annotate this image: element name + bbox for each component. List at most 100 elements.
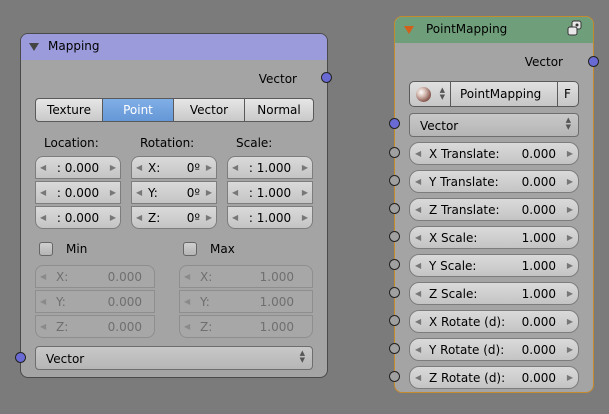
scale-z-field[interactable]: ◀ : 1.000 ▶ — [227, 206, 313, 229]
increment-icon[interactable]: ▶ — [567, 345, 573, 354]
decrement-icon[interactable]: ◀ — [184, 322, 190, 331]
rotation-y-field[interactable]: ◀ Y: 0º ▶ — [131, 181, 217, 204]
datablock-name-field[interactable]: PointMapping — [450, 81, 558, 107]
increment-icon[interactable]: ▶ — [567, 289, 573, 298]
increment-icon[interactable]: ▶ — [302, 188, 308, 197]
pm-input-x-scale-socket[interactable] — [389, 231, 400, 242]
tab-texture[interactable]: Texture — [35, 98, 103, 122]
increment-icon[interactable]: ▶ — [302, 163, 308, 172]
increment-icon[interactable]: ▶ — [567, 373, 573, 382]
pm-input-y-rotate-socket[interactable] — [389, 343, 400, 354]
decrement-icon[interactable]: ◀ — [415, 317, 421, 326]
decrement-icon[interactable]: ◀ — [415, 261, 421, 270]
tab-normal[interactable]: Normal — [244, 98, 314, 122]
location-x-value: : 0.000 — [56, 161, 100, 175]
mapping-node[interactable]: Mapping Vector Texture Point Vector Norm… — [20, 33, 328, 378]
decrement-icon[interactable]: ◀ — [415, 205, 421, 214]
rotation-z-field[interactable]: ◀ Z: 0º ▶ — [131, 206, 217, 229]
mapping-node-header[interactable]: Mapping — [21, 34, 327, 60]
decrement-icon[interactable]: ◀ — [415, 149, 421, 158]
x-rotate-field[interactable]: ◀ X Rotate (d): 0.000 ▶ — [409, 310, 579, 333]
min-z-field[interactable]: ◀ Z: 0.000 — [35, 315, 155, 338]
decrement-icon[interactable]: ◀ — [40, 272, 46, 281]
z-rotate-field[interactable]: ◀ Z Rotate (d): 0.000 ▶ — [409, 366, 579, 389]
location-x-field[interactable]: ◀ : 0.000 ▶ — [35, 156, 121, 179]
node-group-icon[interactable] — [567, 20, 583, 38]
increment-icon[interactable]: ▶ — [567, 177, 573, 186]
decrement-icon[interactable]: ◀ — [136, 213, 142, 222]
decrement-icon[interactable]: ◀ — [415, 177, 421, 186]
mapping-output-socket[interactable] — [321, 72, 332, 83]
pm-vector-type-dropdown[interactable]: Vector ▲ ▼ — [409, 113, 579, 137]
min-y-field[interactable]: ◀ Y: 0.000 — [35, 290, 155, 313]
updown-arrows-icon: ▲ ▼ — [565, 116, 571, 131]
pm-input-y-scale-socket[interactable] — [389, 259, 400, 270]
increment-icon[interactable]: ▶ — [206, 213, 212, 222]
decrement-icon[interactable]: ◀ — [415, 345, 421, 354]
max-y-field[interactable]: ◀ Y: 1.000 — [179, 290, 313, 313]
decrement-icon[interactable]: ◀ — [415, 373, 421, 382]
increment-icon[interactable]: ▶ — [110, 163, 116, 172]
increment-icon[interactable]: ▶ — [567, 261, 573, 270]
increment-icon[interactable]: ▶ — [302, 213, 308, 222]
increment-icon[interactable]: ▶ — [567, 233, 573, 242]
x-scale-field[interactable]: ◀ X Scale: 1.000 ▶ — [409, 226, 579, 249]
pm-input-z-translate-socket[interactable] — [389, 203, 400, 214]
tab-point[interactable]: Point — [102, 98, 174, 122]
min-x-field[interactable]: ◀ X: 0.000 — [35, 265, 155, 288]
rotation-x-field[interactable]: ◀ X: 0º ▶ — [131, 156, 217, 179]
mapping-input-socket[interactable] — [15, 352, 26, 363]
pm-input-x-rotate-socket[interactable] — [389, 315, 400, 326]
location-z-field[interactable]: ◀ : 0.000 ▶ — [35, 206, 121, 229]
collapse-triangle-icon[interactable] — [404, 26, 414, 34]
pm-input-y-translate-socket[interactable] — [389, 175, 400, 186]
datablock-browse-button[interactable]: ▲ ▼ — [409, 81, 451, 107]
pm-input-x-translate-socket[interactable] — [389, 147, 400, 158]
decrement-icon[interactable]: ◀ — [184, 272, 190, 281]
max-z-field[interactable]: ◀ Z: 1.000 — [179, 315, 313, 338]
pm-input-vector-socket[interactable] — [389, 118, 400, 129]
pointmapping-node[interactable]: PointMapping Vector ▲ ▼ PointMapping F Ve… — [394, 16, 594, 393]
decrement-icon[interactable]: ◀ — [136, 188, 142, 197]
increment-icon[interactable]: ▶ — [110, 213, 116, 222]
pm-input-z-scale-socket[interactable] — [389, 287, 400, 298]
increment-icon[interactable]: ▶ — [567, 205, 573, 214]
sphere-material-icon — [416, 87, 431, 102]
decrement-icon[interactable]: ◀ — [415, 289, 421, 298]
increment-icon[interactable]: ▶ — [110, 188, 116, 197]
x-translate-field[interactable]: ◀ X Translate: 0.000 ▶ — [409, 142, 579, 165]
min-checkbox[interactable] — [39, 242, 53, 256]
pm-input-z-rotate-socket[interactable] — [389, 371, 400, 382]
pm-output-socket[interactable] — [588, 56, 599, 67]
y-translate-field[interactable]: ◀ Y Translate: 0.000 ▶ — [409, 170, 579, 193]
increment-icon[interactable]: ▶ — [567, 317, 573, 326]
max-checkbox[interactable] — [183, 242, 197, 256]
increment-icon[interactable]: ▶ — [567, 149, 573, 158]
decrement-icon[interactable]: ◀ — [415, 233, 421, 242]
y-scale-field[interactable]: ◀ Y Scale: 1.000 ▶ — [409, 254, 579, 277]
pointmapping-node-header[interactable]: PointMapping — [395, 17, 593, 43]
scale-x-field[interactable]: ◀ : 1.000 ▶ — [227, 156, 313, 179]
tab-vector[interactable]: Vector — [173, 98, 245, 122]
decrement-icon[interactable]: ◀ — [184, 297, 190, 306]
fake-user-button[interactable]: F — [557, 81, 579, 107]
collapse-triangle-icon[interactable] — [29, 43, 39, 51]
decrement-icon[interactable]: ◀ — [136, 163, 142, 172]
scale-y-field[interactable]: ◀ : 1.000 ▶ — [227, 181, 313, 204]
vector-type-dropdown[interactable]: Vector ▲ ▼ — [35, 346, 313, 370]
rotation-label: Rotation: — [140, 136, 195, 150]
z-rotate-label: Z Rotate (d): — [429, 371, 506, 385]
decrement-icon[interactable]: ◀ — [40, 297, 46, 306]
z-translate-label: Z Translate: — [429, 203, 500, 217]
increment-icon[interactable]: ▶ — [206, 188, 212, 197]
min-x-value: 0.000 — [107, 270, 142, 284]
tab-vector-label: Vector — [189, 103, 229, 117]
rotation-z-value: 0º — [186, 211, 200, 225]
max-x-field[interactable]: ◀ X: 1.000 — [179, 265, 313, 288]
z-translate-field[interactable]: ◀ Z Translate: 0.000 ▶ — [409, 198, 579, 221]
decrement-icon[interactable]: ◀ — [40, 322, 46, 331]
y-rotate-field[interactable]: ◀ Y Rotate (d): 0.000 ▶ — [409, 338, 579, 361]
increment-icon[interactable]: ▶ — [206, 163, 212, 172]
z-scale-field[interactable]: ◀ Z Scale: 1.000 ▶ — [409, 282, 579, 305]
location-y-field[interactable]: ◀ : 0.000 ▶ — [35, 181, 121, 204]
